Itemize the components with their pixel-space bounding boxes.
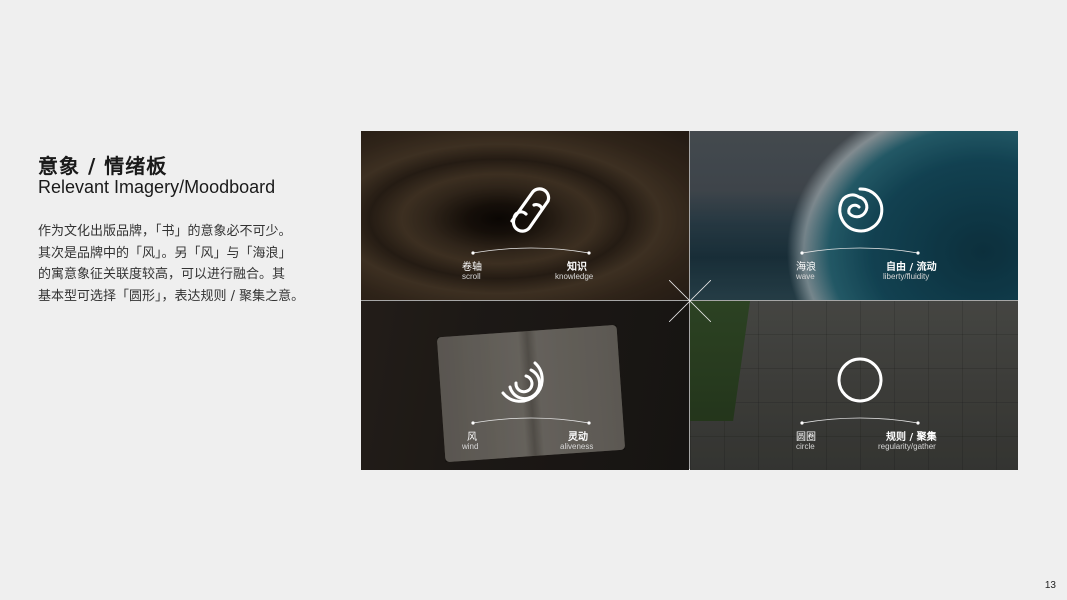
description-line: 作为文化出版品牌，「书」的意象必不可少。 bbox=[38, 224, 292, 239]
label-knowledge-cn: 知识 bbox=[567, 262, 587, 273]
label-wind-en: wind bbox=[462, 442, 479, 451]
label-wave-cn: 海浪 bbox=[796, 262, 816, 273]
label-aliveness-en: aliveness bbox=[560, 442, 594, 451]
moodboard-tile-wave: 海浪 wave 自由 / 流动 liberty/fluidity bbox=[690, 131, 1018, 300]
wind-swirl-icon bbox=[501, 361, 544, 403]
label-regularity-cn: 规则 / 聚集 bbox=[886, 432, 937, 443]
label-wave-en: wave bbox=[796, 272, 815, 281]
moodboard-tile-circle: 圆圈 circle 规则 / 聚集 regularity/gather bbox=[690, 301, 1018, 470]
moodboard-grid: 卷轴 scroll 知识 knowledge 海浪 wave 自由 / 流动 l… bbox=[361, 131, 1018, 470]
label-wind-cn: 风 bbox=[467, 432, 477, 443]
page-number: 13 bbox=[1044, 580, 1056, 591]
wave-spiral-icon bbox=[838, 187, 884, 233]
label-scroll-cn: 卷轴 bbox=[462, 262, 482, 273]
moodboard-tile-wind: 风 wind 灵动 aliveness bbox=[361, 301, 689, 470]
moodboard-tile-scroll: 卷轴 scroll 知识 knowledge bbox=[361, 131, 689, 300]
label-circle-en: circle bbox=[796, 442, 815, 451]
description-line: 的寓意象征关联度较高，可以进行融合。其 bbox=[38, 267, 286, 282]
page-title-en: Relevant Imagery/Moodboard bbox=[38, 177, 276, 197]
label-knowledge-en: knowledge bbox=[555, 272, 594, 281]
label-scroll-en: scroll bbox=[462, 272, 481, 281]
label-regularity-en: regularity/gather bbox=[878, 442, 936, 451]
center-cross-decoration bbox=[669, 280, 711, 322]
description-line: 基本型可选择「圆形」，表达规则 / 聚集之意。 bbox=[38, 288, 305, 304]
scroll-icon bbox=[510, 187, 551, 233]
page-title-cn: 意象 / 情绪板 bbox=[38, 154, 168, 178]
label-circle-cn: 圆圈 bbox=[796, 432, 816, 443]
circle-icon bbox=[837, 357, 883, 403]
description-line: 其次是品牌中的「风」。另「风」与「海浪」 bbox=[38, 245, 292, 261]
label-liberty-en: liberty/fluidity bbox=[883, 272, 930, 281]
label-liberty-cn: 自由 / 流动 bbox=[886, 262, 937, 273]
grid-divider-horizontal bbox=[361, 300, 1018, 301]
description-text: 作为文化出版品牌，「书」的意象必不可少。 其次是品牌中的「风」。另「风」与「海浪… bbox=[38, 221, 328, 307]
label-aliveness-cn: 灵动 bbox=[568, 432, 588, 443]
